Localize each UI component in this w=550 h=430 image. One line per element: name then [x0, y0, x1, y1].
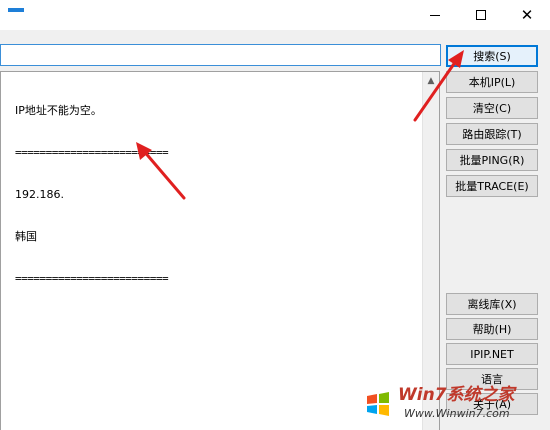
annotation-arrows — [136, 50, 464, 200]
windows-logo-icon — [360, 386, 396, 422]
watermark-brand: Win7系统之家 — [398, 385, 515, 405]
watermark-url: Www.Winwin7.com — [404, 407, 510, 420]
watermark: Win7系统之家 Www.Winwin7.com — [358, 380, 550, 430]
arrow-to-output — [136, 142, 186, 200]
app-window: ✕ IP地址不能为空。 ========================= 19… — [0, 0, 550, 430]
arrow-to-search-button — [413, 50, 464, 122]
